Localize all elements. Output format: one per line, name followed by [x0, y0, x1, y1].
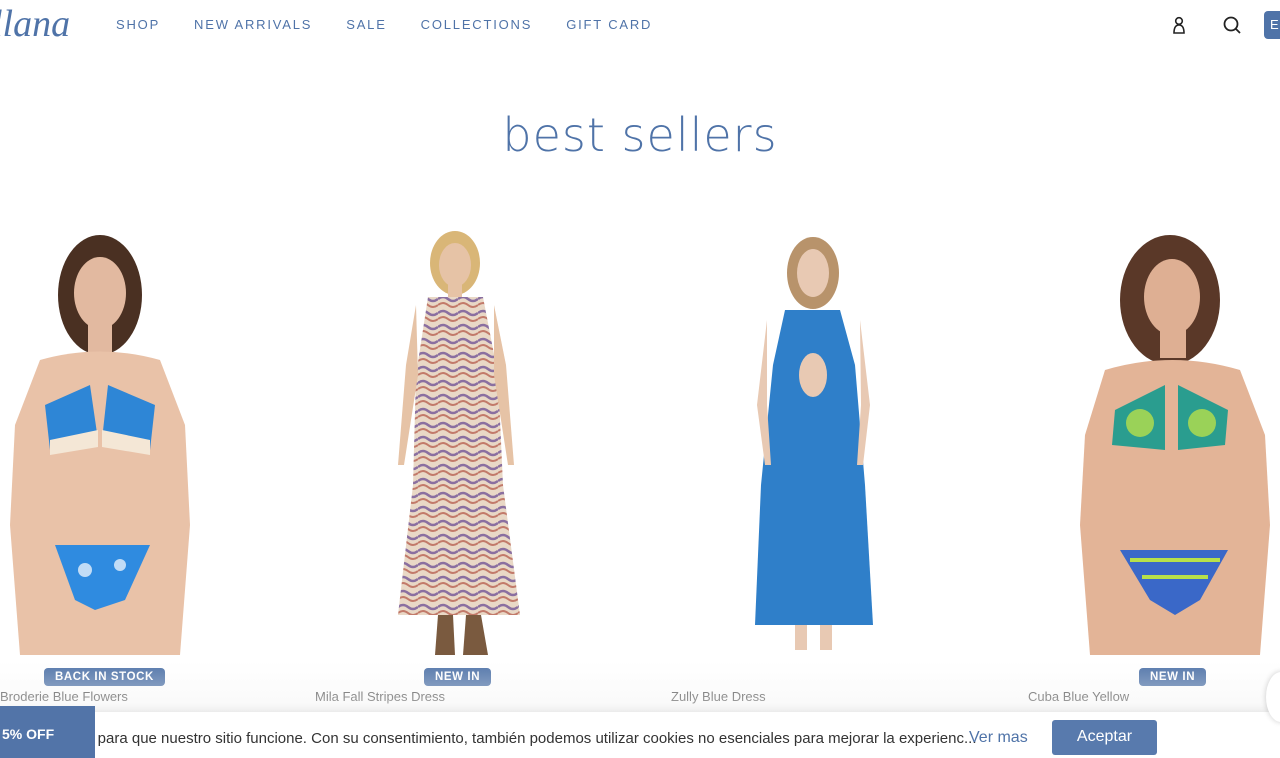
product-badge: BACK IN STOCK — [44, 668, 165, 686]
product-name[interactable]: Mila Fall Stripes Dress — [315, 689, 445, 704]
nav-shop[interactable]: SHOP — [116, 17, 160, 32]
product-image[interactable] — [1050, 225, 1280, 665]
product-image[interactable] — [0, 225, 230, 665]
product-name[interactable]: Broderie Blue Flowers — [0, 689, 128, 704]
product-name[interactable]: Cuba Blue Yellow — [1028, 689, 1129, 704]
brand-logo[interactable]: llana — [0, 2, 70, 46]
cookie-more-link[interactable]: Ver mas — [969, 729, 1028, 747]
product-image[interactable] — [695, 225, 935, 665]
language-selector[interactable]: E — [1264, 11, 1280, 39]
product-card[interactable]: Zully Blue Dress — [671, 225, 935, 705]
product-card[interactable]: BACK IN STOCK Broderie Blue Flowers — [0, 225, 230, 705]
nav-gift-card[interactable]: GIFT CARD — [566, 17, 652, 32]
cookie-message: s para que nuestro sitio funcione. Con s… — [86, 730, 977, 747]
accept-cookies-button[interactable]: Aceptar — [1052, 720, 1157, 755]
product-image[interactable] — [338, 225, 578, 665]
section-title: best sellers — [502, 108, 778, 162]
product-badge: NEW IN — [424, 668, 492, 686]
cookie-banner: s para que nuestro sitio funcione. Con s… — [0, 712, 1280, 758]
product-name[interactable]: Zully Blue Dress — [671, 689, 766, 704]
account-icon[interactable] — [1168, 14, 1190, 36]
main-nav: SHOP NEW ARRIVALS SALE COLLECTIONS GIFT … — [116, 17, 686, 32]
nav-new-arrivals[interactable]: NEW ARRIVALS — [194, 17, 312, 32]
nav-sale[interactable]: SALE — [346, 17, 386, 32]
nav-collections[interactable]: COLLECTIONS — [421, 17, 533, 32]
discount-promo-tab[interactable]: 5% OFF — [0, 706, 95, 758]
product-card[interactable]: NEW IN Cuba Blue Yellow — [1028, 225, 1280, 705]
product-card[interactable]: NEW IN Mila Fall Stripes Dress — [315, 225, 578, 705]
product-badge: NEW IN — [1139, 668, 1207, 686]
site-header: llana SHOP NEW ARRIVALS SALE COLLECTIONS… — [0, 0, 1280, 50]
search-icon[interactable] — [1221, 14, 1243, 36]
